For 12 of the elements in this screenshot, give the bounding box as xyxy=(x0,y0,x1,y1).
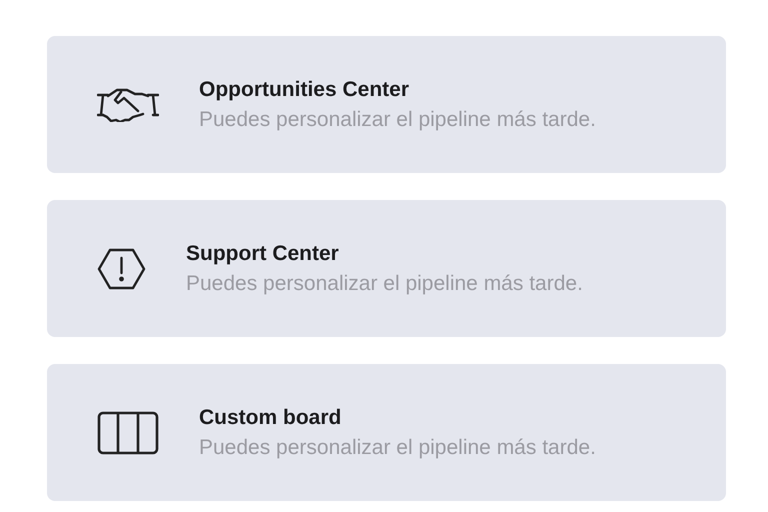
columns-icon xyxy=(97,410,159,454)
warning-icon xyxy=(97,248,146,290)
card-subtitle: Puedes personalizar el pipeline más tarde. xyxy=(186,272,583,296)
card-subtitle: Puedes personalizar el pipeline más tarde. xyxy=(199,108,596,132)
option-card[interactable]: Custom board Puedes personalizar el pipeline más tarde. xyxy=(47,364,726,501)
card-title: Support Center xyxy=(186,242,340,266)
option-card[interactable]: Support Center Puedes personalizar el pipeline más tarde. xyxy=(47,200,726,337)
card-title: Custom board xyxy=(199,406,342,430)
card-subtitle: Puedes personalizar el pipeline más tarde. xyxy=(199,436,596,460)
handshake-icon xyxy=(97,88,159,122)
card-title: Opportunities Center xyxy=(199,78,410,102)
option-card[interactable]: Opportunities Center Puedes personalizar el pipeline más tarde. xyxy=(47,36,726,173)
